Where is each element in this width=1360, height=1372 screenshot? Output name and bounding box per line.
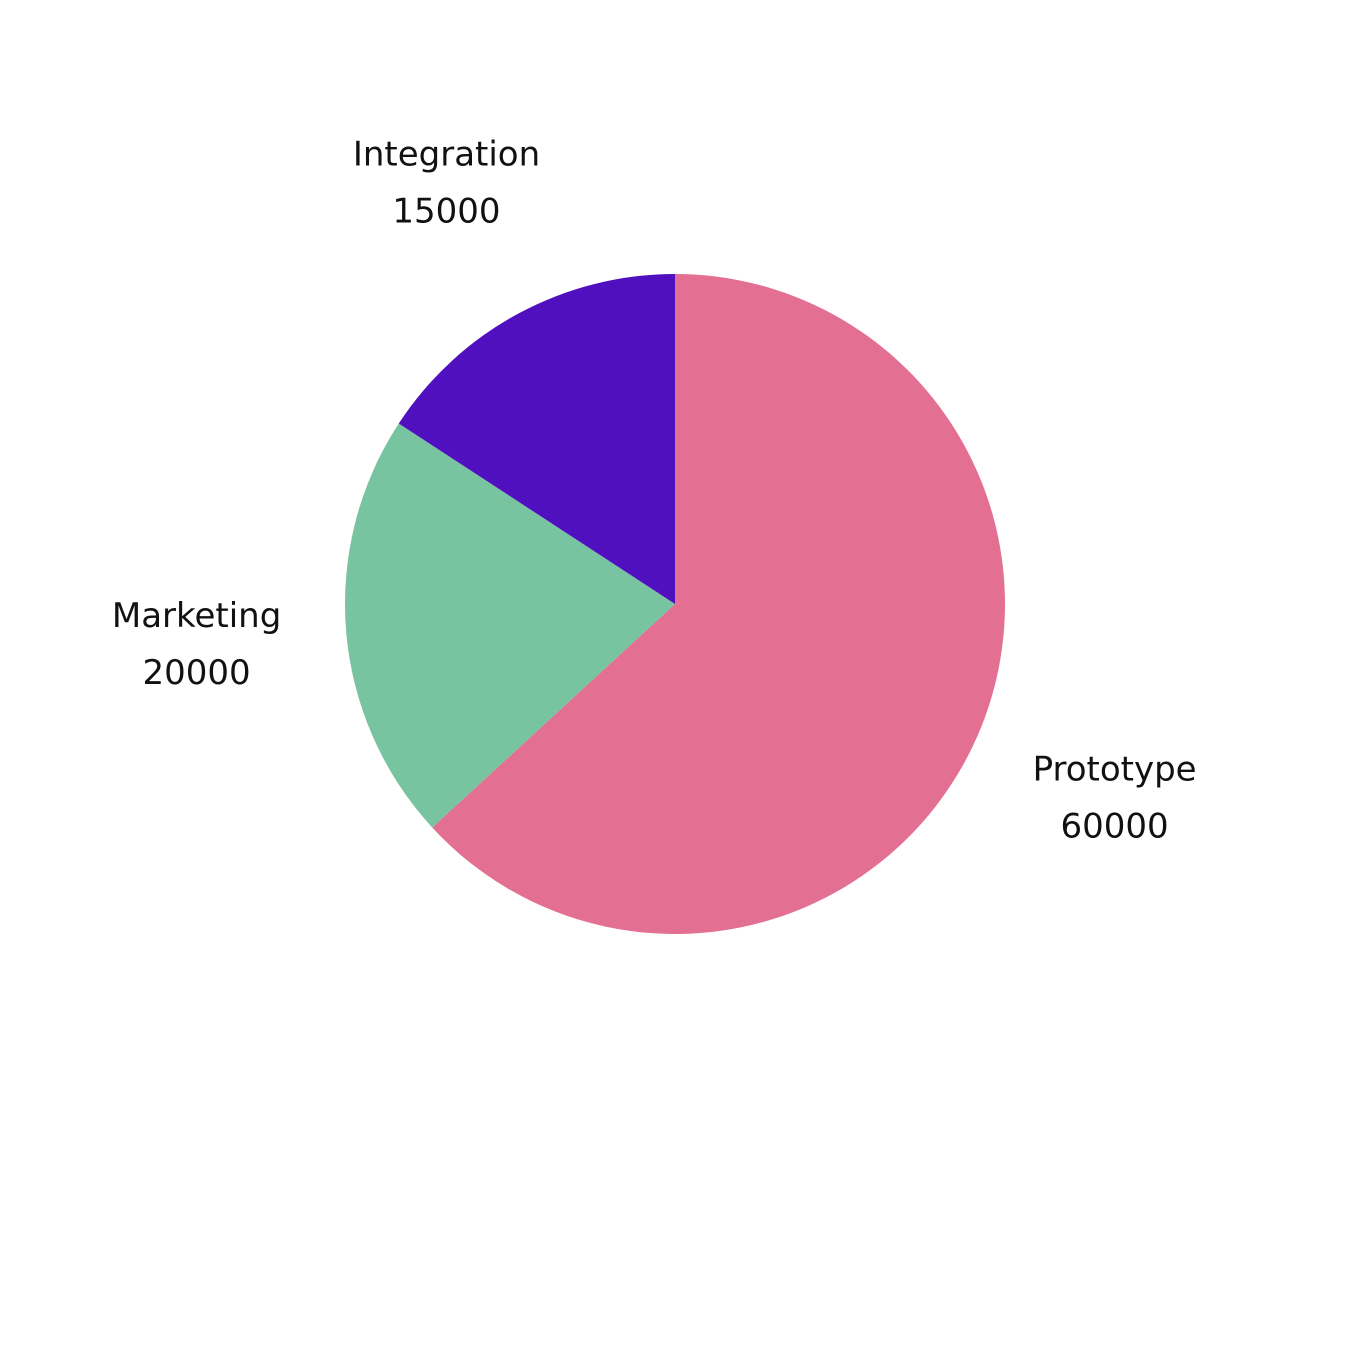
pie-chart: Prototype 60000 Marketing 20000 Integration 1… [112, 134, 1197, 935]
slice-label-prototype: Prototype [1033, 749, 1197, 789]
pie-slices [345, 273, 1006, 935]
slice-value-integration: 15000 [392, 191, 500, 231]
slice-label-integration: Integration [353, 134, 540, 174]
slice-value-marketing: 20000 [143, 653, 251, 693]
slice-label-marketing: Marketing [112, 596, 281, 636]
slice-value-prototype: 60000 [1061, 806, 1169, 846]
